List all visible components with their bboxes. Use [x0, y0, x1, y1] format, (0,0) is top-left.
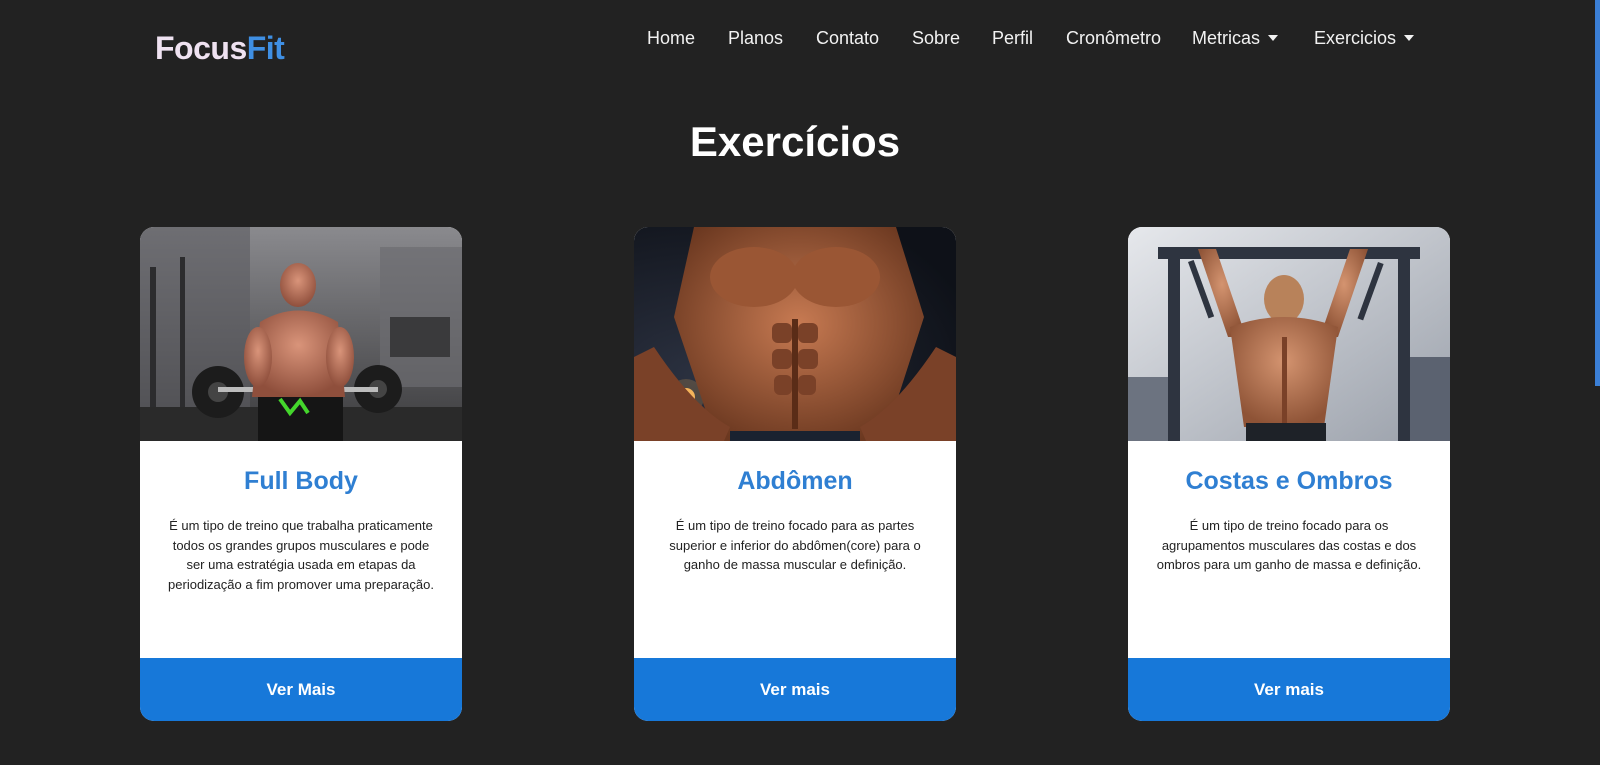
- nav-dropdown-metricas[interactable]: Metricas: [1192, 28, 1279, 49]
- scrollbar-thumb[interactable]: [1595, 0, 1600, 386]
- nav-link-perfil[interactable]: Perfil: [992, 28, 1033, 49]
- nav-dropdown-metricas-label: Metricas: [1192, 28, 1261, 48]
- brand-name-part2: Fit: [246, 30, 285, 66]
- card-title: Full Body: [244, 467, 358, 495]
- exercise-card-full-body: Full Body É um tipo de treino que trabal…: [140, 227, 462, 721]
- nav-link-planos[interactable]: Planos: [728, 28, 783, 49]
- exercise-card-costas-ombros: Costas e Ombros É um tipo de treino foca…: [1128, 227, 1450, 721]
- card-title: Abdômen: [737, 467, 853, 495]
- ver-mais-button-abdomen[interactable]: Ver mais: [634, 658, 956, 721]
- card-title: Costas e Ombros: [1185, 467, 1393, 495]
- caret-down-icon: [1404, 35, 1415, 41]
- brand-name-part1: Focus: [155, 30, 247, 66]
- card-description: É um tipo de treino focado para os agrup…: [1156, 518, 1422, 572]
- ver-mais-button-full-body[interactable]: Ver Mais: [140, 658, 462, 721]
- nav-dropdown-exercicios-label: Exercicios: [1314, 28, 1397, 48]
- nav-dropdown-exercicios[interactable]: Exercicios: [1314, 28, 1415, 49]
- nav-link-sobre[interactable]: Sobre: [912, 28, 960, 49]
- caret-down-icon: [1268, 35, 1279, 41]
- exercise-card-abdomen: Abdômen É um tipo de treino focado para …: [634, 227, 956, 721]
- card-description: É um tipo de treino focado para as parte…: [669, 518, 921, 572]
- nav-link-home[interactable]: Home: [647, 28, 695, 49]
- card-image-abdomen: [634, 227, 956, 441]
- brand-logo[interactable]: FocusFit: [155, 30, 285, 67]
- page-title: Exercícios: [689, 118, 901, 165]
- card-description: É um tipo de treino que trabalha pratica…: [168, 518, 434, 592]
- scrollbar-track[interactable]: [1595, 0, 1600, 765]
- ver-mais-button-costas-ombros[interactable]: Ver mais: [1128, 658, 1450, 721]
- card-image-costas-ombros: [1128, 227, 1450, 441]
- nav-link-cronometro[interactable]: Cronômetro: [1066, 28, 1161, 49]
- page: FocusFit Home Planos Contato Sobre Perfi…: [0, 0, 1600, 765]
- nav-link-contato[interactable]: Contato: [816, 28, 879, 49]
- card-image-full-body: [140, 227, 462, 441]
